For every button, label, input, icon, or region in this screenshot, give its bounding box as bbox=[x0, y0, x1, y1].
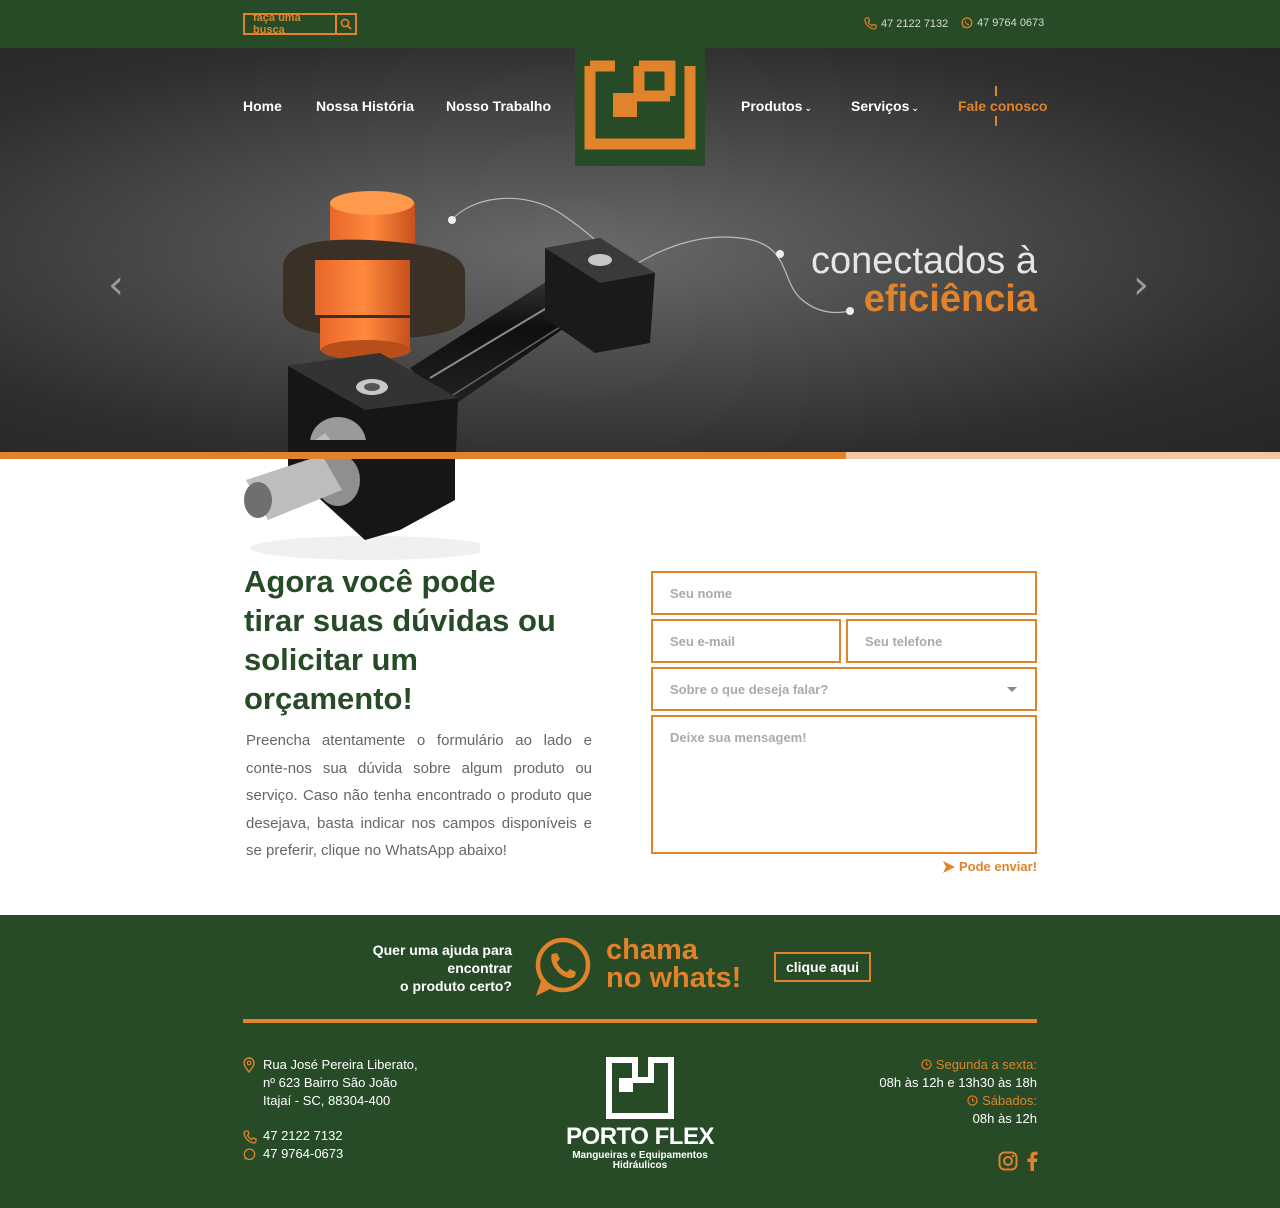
weekday-hours: Segunda a sexta: 08h às 12h e 13h30 às 1… bbox=[879, 1056, 1037, 1128]
header-logo[interactable] bbox=[575, 48, 705, 166]
send-arrow-icon bbox=[942, 860, 955, 873]
chevron-down-icon: ⌄ bbox=[804, 103, 812, 113]
weekday-label-text: Segunda a sexta: bbox=[935, 1057, 1037, 1072]
brand-name: PORTO FLEX bbox=[566, 1123, 714, 1150]
nav-servicos[interactable]: Serviços ⌄ bbox=[851, 98, 919, 114]
whats-help-text: Quer uma ajuda para encontrar o produto … bbox=[373, 941, 512, 995]
slider-progress-remaining bbox=[846, 452, 1280, 459]
saturday-label-text: Sábados: bbox=[982, 1093, 1037, 1108]
brand-subtitle-2: Hidráulicos bbox=[612, 1160, 668, 1171]
nav-home[interactable]: Home bbox=[243, 98, 282, 114]
nav-fale-conosco[interactable]: Fale conosco bbox=[958, 98, 1047, 114]
nav-active-marker-top bbox=[995, 86, 997, 96]
help-line-2: encontrar bbox=[447, 960, 512, 976]
whatsapp-button[interactable]: clique aqui bbox=[774, 952, 871, 982]
nav-servicos-label: Serviços bbox=[851, 98, 910, 114]
footer-divider bbox=[243, 1019, 1037, 1023]
facebook-icon[interactable] bbox=[1026, 1151, 1038, 1171]
subject-select-label: Sobre o que deseja falar? bbox=[670, 681, 829, 697]
contact-description: Preencha atentamente o formulário ao lad… bbox=[246, 732, 592, 859]
slider-next-arrow-icon[interactable]: › bbox=[1133, 262, 1149, 308]
footer-phone[interactable]: 47 2122 7132 bbox=[263, 1128, 343, 1143]
whatsapp-icon bbox=[961, 17, 973, 29]
top-bar: faça uma busca 47 2122 7132 47 9764 0673 bbox=[0, 0, 1280, 48]
chama-line-2: no whats! bbox=[606, 962, 742, 994]
porto-flex-logo-icon bbox=[584, 60, 696, 150]
top-whatsapp[interactable]: 47 9764 0673 bbox=[961, 17, 1044, 29]
footer-address: Rua José Pereira Liberato, nº 623 Bairro… bbox=[263, 1056, 418, 1110]
clock-icon bbox=[967, 1095, 978, 1106]
chevron-down-icon: ⌄ bbox=[911, 103, 919, 113]
top-phone-number: 47 2122 7132 bbox=[881, 17, 949, 30]
phone-field[interactable]: Seu telefone bbox=[846, 619, 1037, 663]
footer-brand: PORTO FLEX Mangueiras e Equipamentos Hid… bbox=[540, 1123, 740, 1171]
subject-select[interactable]: Sobre o que deseja falar? bbox=[651, 667, 1037, 711]
location-pin-icon bbox=[243, 1057, 255, 1073]
top-whatsapp-number: 47 9764 0673 bbox=[977, 17, 1045, 29]
weekday-hours-value: 08h às 12h e 13h30 às 18h bbox=[879, 1075, 1037, 1090]
phone-icon bbox=[243, 1130, 257, 1144]
phone-icon bbox=[864, 17, 877, 30]
instagram-icon[interactable] bbox=[998, 1151, 1018, 1171]
clock-icon bbox=[921, 1059, 932, 1070]
footer-logo-icon bbox=[606, 1057, 674, 1119]
address-line-1: Rua José Pereira Liberato, bbox=[263, 1057, 418, 1072]
email-field[interactable]: Seu e-mail bbox=[651, 619, 841, 663]
weekday-label: Segunda a sexta: bbox=[879, 1056, 1037, 1074]
footer-whatsapp[interactable]: 47 9764-0673 bbox=[263, 1146, 343, 1161]
slider-progress-filled bbox=[0, 452, 846, 459]
top-phone[interactable]: 47 2122 7132 bbox=[864, 17, 948, 30]
nav-active-marker-bottom bbox=[995, 116, 997, 126]
help-line-3: o produto certo? bbox=[400, 978, 512, 994]
search-button[interactable] bbox=[335, 15, 355, 33]
contact-heading: Agora você pode tirar suas dúvidas ou so… bbox=[244, 564, 556, 716]
dropdown-caret-icon bbox=[1007, 687, 1017, 692]
nav-nossa-historia[interactable]: Nossa História bbox=[316, 98, 414, 114]
name-field[interactable]: Seu nome bbox=[651, 571, 1037, 615]
message-textarea[interactable]: Deixe sua mensagem! bbox=[651, 715, 1037, 854]
submit-button[interactable]: Pode enviar! bbox=[942, 859, 1037, 874]
whatsapp-icon bbox=[243, 1148, 256, 1161]
saturday-label: Sábados: bbox=[879, 1092, 1037, 1110]
search-icon bbox=[340, 18, 352, 30]
nav-produtos-label: Produtos bbox=[741, 98, 803, 114]
submit-label: Pode enviar! bbox=[958, 859, 1037, 874]
chama-no-whats-text: chama no whats! bbox=[606, 934, 742, 994]
hero-slogan-line2: eficiência bbox=[863, 278, 1037, 320]
help-line-1: Quer uma ajuda para bbox=[372, 942, 512, 958]
nav-produtos[interactable]: Produtos ⌄ bbox=[741, 98, 812, 114]
chama-line-1: chama bbox=[606, 934, 698, 966]
address-line-3: Itajaí - SC, 88304-400 bbox=[263, 1093, 391, 1108]
hero-product-rod bbox=[244, 440, 480, 560]
search-box[interactable]: faça uma busca bbox=[243, 12, 357, 36]
saturday-hours-value: 08h às 12h bbox=[972, 1111, 1037, 1126]
search-input[interactable]: faça uma busca bbox=[245, 12, 335, 36]
hero-slogan-line1: conectados à bbox=[810, 240, 1037, 282]
address-line-2: nº 623 Bairro São João bbox=[263, 1075, 398, 1090]
nav-nosso-trabalho[interactable]: Nosso Trabalho bbox=[446, 98, 551, 114]
slider-prev-arrow-icon[interactable]: ‹ bbox=[108, 262, 124, 308]
whatsapp-icon[interactable] bbox=[532, 936, 592, 998]
